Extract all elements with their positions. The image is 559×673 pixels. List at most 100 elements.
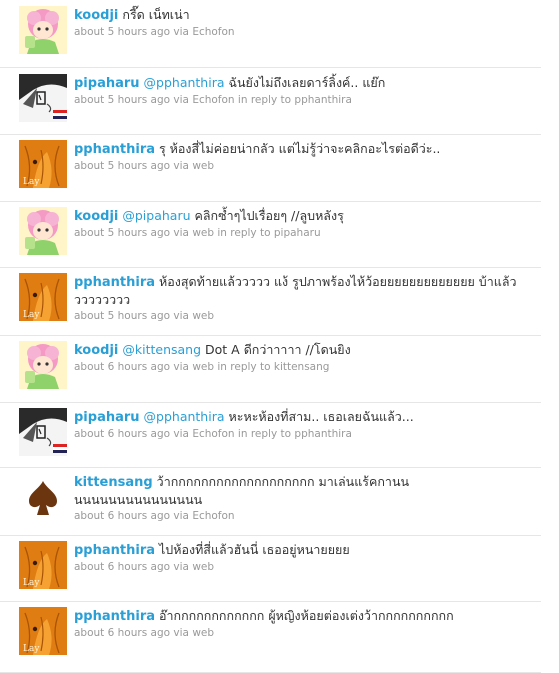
avatar[interactable]: Lay bbox=[19, 541, 67, 589]
tweet-username-link[interactable]: pphanthira bbox=[74, 609, 155, 624]
tweet-source-link[interactable]: Echofon bbox=[192, 510, 234, 522]
tweet-timestamp-link[interactable]: about 5 hours ago bbox=[74, 160, 170, 172]
tweet-content: koodji กรี๊ด เน็ทเน่า about 5 hours ago v… bbox=[74, 6, 541, 39]
tweet-source-link[interactable]: web bbox=[192, 561, 214, 573]
tweet-row: pipaharu @pphanthira ฉันยังไม่ถึงเลยดาร์… bbox=[0, 68, 541, 135]
tweet-mention-link[interactable]: @kittensang bbox=[122, 342, 201, 357]
tweet-text: รุ ห้องสี่ไม่ค่อยน่ากลัว แต่ไม่รู้ว่าจะค… bbox=[159, 141, 441, 156]
tweet-source-link[interactable]: web bbox=[192, 227, 214, 239]
tweet-reply-to-link[interactable]: pphanthira bbox=[294, 428, 352, 440]
tweet-meta: about 6 hours ago via Echofon in reply t… bbox=[74, 427, 541, 441]
avatar[interactable]: Lay bbox=[19, 140, 67, 188]
tweet-timestamp-link[interactable]: about 6 hours ago bbox=[74, 361, 170, 373]
tweet-timestamp-link[interactable]: about 6 hours ago bbox=[74, 561, 170, 573]
tweet-text-line: pipaharu @pphanthira หะหะห้องที่สาม.. เธ… bbox=[74, 408, 541, 426]
tweet-via-label: via bbox=[173, 361, 189, 373]
tweet-source-link[interactable]: Echofon bbox=[192, 428, 234, 440]
tweet-timestamp-link[interactable]: about 5 hours ago bbox=[74, 26, 170, 38]
tweet-source-link[interactable]: web bbox=[192, 627, 214, 639]
tweet-text: Dot A ดีกว่าาาาา //โดนยิง bbox=[205, 342, 351, 357]
tweet-via-label: via bbox=[173, 94, 189, 106]
tweet-meta: about 6 hours ago via Echofon bbox=[74, 509, 541, 523]
tweet-row: koodji @pipaharu คลิกซ้ำๆไปเรื่อยๆ //ลูบ… bbox=[0, 201, 541, 268]
tweet-text-line: pphanthira อ๊ากกกกกกกกกกกก ผู้หญิงห้อยต่… bbox=[74, 607, 541, 625]
tweet-content: kittensang ว้ากกกกกกกกกกกกกกกกกกก มาเล่น… bbox=[74, 473, 541, 523]
svg-text:Lay: Lay bbox=[23, 310, 40, 320]
tweet-text-line: pphanthira รุ ห้องสี่ไม่ค่อยน่ากลัว แต่ไ… bbox=[74, 140, 541, 158]
tweet-text-line: koodji กรี๊ด เน็ทเน่า bbox=[74, 6, 541, 24]
avatar[interactable] bbox=[19, 6, 67, 54]
tweet-username-link[interactable]: pphanthira bbox=[74, 142, 155, 157]
tweet-meta: about 5 hours ago via Echofon bbox=[74, 25, 541, 39]
avatar[interactable] bbox=[19, 473, 67, 521]
tweet-source-link[interactable]: web bbox=[192, 160, 214, 172]
tweet-timestamp-link[interactable]: about 5 hours ago bbox=[74, 227, 170, 239]
tweet-reply-to-link[interactable]: pphanthira bbox=[294, 94, 352, 106]
tweet-text-line: pipaharu @pphanthira ฉันยังไม่ถึงเลยดาร์… bbox=[74, 74, 541, 92]
tweet-row: Lay pphanthira ห้องสุดท้ายแล้ววววว แง้ รู… bbox=[0, 267, 541, 336]
tweet-source-link[interactable]: Echofon bbox=[192, 94, 234, 106]
tweet-text: ฉันยังไม่ถึงเลยดาร์ลิ้งค์.. แย๊ก bbox=[228, 75, 386, 90]
tweet-reply-label: in reply to bbox=[217, 361, 271, 373]
tweet-username-link[interactable]: pipaharu bbox=[74, 76, 140, 91]
tweet-text-line: kittensang ว้ากกกกกกกกกกกกกกกกกกก มาเล่น… bbox=[74, 473, 541, 508]
tweet-source-link[interactable]: Echofon bbox=[192, 26, 234, 38]
tweet-row: koodji @kittensang Dot A ดีกว่าาาาา //โด… bbox=[0, 335, 541, 403]
tweet-text-line: koodji @kittensang Dot A ดีกว่าาาาา //โด… bbox=[74, 341, 541, 359]
tweet-reply-to-link[interactable]: pipaharu bbox=[274, 227, 321, 239]
tweet-text-line: pphanthira ห้องสุดท้ายแล้ววววว แง้ รูปภา… bbox=[74, 273, 541, 308]
tweet-via-label: via bbox=[173, 510, 189, 522]
svg-text:Lay: Lay bbox=[23, 177, 40, 187]
tweet-mention-link[interactable]: @pipaharu bbox=[122, 208, 190, 223]
tweet-source-link[interactable]: web bbox=[192, 310, 214, 322]
tweet-meta: about 6 hours ago via web bbox=[74, 560, 541, 574]
avatar[interactable]: Lay bbox=[19, 607, 67, 655]
tweet-source-link[interactable]: web bbox=[192, 361, 214, 373]
tweet-row: kittensang ว้ากกกกกกกกกกกกกกกกกกก มาเล่น… bbox=[0, 467, 541, 536]
tweet-content: koodji @pipaharu คลิกซ้ำๆไปเรื่อยๆ //ลูบ… bbox=[74, 207, 541, 240]
tweet-username-link[interactable]: koodji bbox=[74, 8, 118, 23]
tweet-via-label: via bbox=[173, 227, 189, 239]
tweet-meta: about 6 hours ago via web in reply to ki… bbox=[74, 360, 541, 374]
tweet-username-link[interactable]: kittensang bbox=[74, 475, 153, 490]
tweet-row: Lay pphanthira ไปห้องที่สี่แล้วฮันนี่ เธอ… bbox=[0, 535, 541, 602]
tweet-username-link[interactable]: pphanthira bbox=[74, 543, 155, 558]
avatar[interactable] bbox=[19, 408, 67, 456]
tweet-reply-to-link[interactable]: kittensang bbox=[274, 361, 330, 373]
tweet-via-label: via bbox=[173, 428, 189, 440]
tweet-content: koodji @kittensang Dot A ดีกว่าาาาา //โด… bbox=[74, 341, 541, 374]
avatar[interactable] bbox=[19, 74, 67, 122]
tweet-reply-label: in reply to bbox=[217, 227, 271, 239]
avatar[interactable]: Lay bbox=[19, 273, 67, 321]
tweet-timestamp-link[interactable]: about 6 hours ago bbox=[74, 627, 170, 639]
tweet-meta: about 5 hours ago via web in reply to pi… bbox=[74, 226, 541, 240]
tweet-meta: about 5 hours ago via web bbox=[74, 309, 541, 323]
tweet-username-link[interactable]: koodji bbox=[74, 209, 118, 224]
tweet-timestamp-link[interactable]: about 6 hours ago bbox=[74, 428, 170, 440]
tweet-username-link[interactable]: koodji bbox=[74, 343, 118, 358]
tweet-meta: about 5 hours ago via Echofon in reply t… bbox=[74, 93, 541, 107]
avatar[interactable] bbox=[19, 341, 67, 389]
tweet-content: pphanthira ห้องสุดท้ายแล้ววววว แง้ รูปภา… bbox=[74, 273, 541, 323]
tweet-text-line: pphanthira ไปห้องที่สี่แล้วฮันนี่ เธออยู… bbox=[74, 541, 541, 559]
tweet-reply-label: in reply to bbox=[237, 94, 292, 106]
avatar[interactable] bbox=[19, 207, 67, 255]
tweet-timestamp-link[interactable]: about 6 hours ago bbox=[74, 510, 170, 522]
svg-text:Lay: Lay bbox=[23, 644, 40, 654]
tweet-timestamp-link[interactable]: about 5 hours ago bbox=[74, 94, 170, 106]
tweet-meta: about 6 hours ago via web bbox=[74, 626, 541, 640]
svg-text:Lay: Lay bbox=[23, 578, 40, 588]
tweet-timestamp-link[interactable]: about 5 hours ago bbox=[74, 310, 170, 322]
tweet-text: กรี๊ด เน็ทเน่า bbox=[122, 7, 190, 22]
tweet-row: Lay pphanthira รุ ห้องสี่ไม่ค่อยน่ากลัว แ… bbox=[0, 134, 541, 202]
tweet-content: pphanthira ไปห้องที่สี่แล้วฮันนี่ เธออยู… bbox=[74, 541, 541, 574]
tweet-row: koodji กรี๊ด เน็ทเน่า about 5 hours ago v… bbox=[0, 0, 541, 68]
tweet-mention-link[interactable]: @pphanthira bbox=[144, 75, 225, 90]
tweet-text-line: koodji @pipaharu คลิกซ้ำๆไปเรื่อยๆ //ลูบ… bbox=[74, 207, 541, 225]
tweet-username-link[interactable]: pipaharu bbox=[74, 410, 140, 425]
tweet-content: pipaharu @pphanthira ฉันยังไม่ถึงเลยดาร์… bbox=[74, 74, 541, 107]
tweet-mention-link[interactable]: @pphanthira bbox=[144, 409, 225, 424]
tweet-reply-label: in reply to bbox=[237, 428, 292, 440]
tweet-text: ไปห้องที่สี่แล้วฮันนี่ เธออยู่หนายยยย bbox=[159, 542, 350, 557]
tweet-username-link[interactable]: pphanthira bbox=[74, 275, 155, 290]
